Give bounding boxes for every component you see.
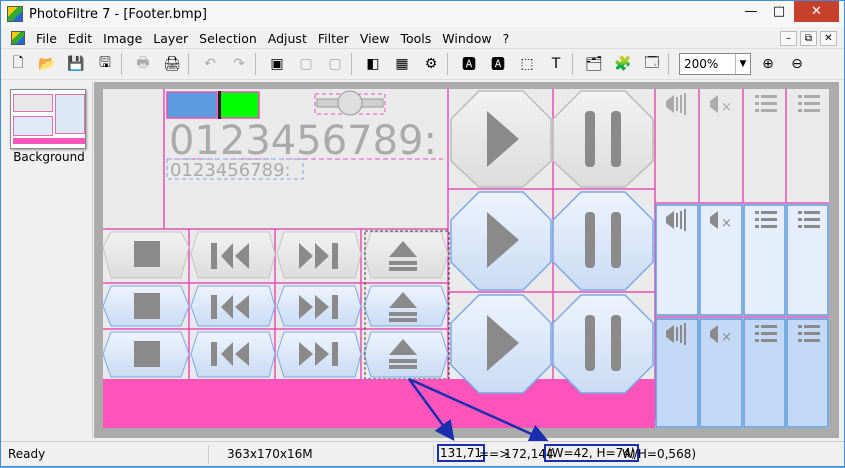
app-window: PhotoFiltre 7 - [Footer.bmp] — □ ✕ File … bbox=[0, 0, 845, 467]
status-bar: Ready 363x170x16M 131,71 ==> 172,144 (W=… bbox=[1, 441, 844, 466]
status-ready: Ready bbox=[8, 447, 46, 461]
status-ratio: W/H=0,568) bbox=[622, 447, 697, 461]
annotation-arrows bbox=[407, 377, 550, 443]
status-cursor-position: 131,71 bbox=[437, 444, 485, 462]
status-image-info: 363x170x16M bbox=[227, 447, 313, 461]
